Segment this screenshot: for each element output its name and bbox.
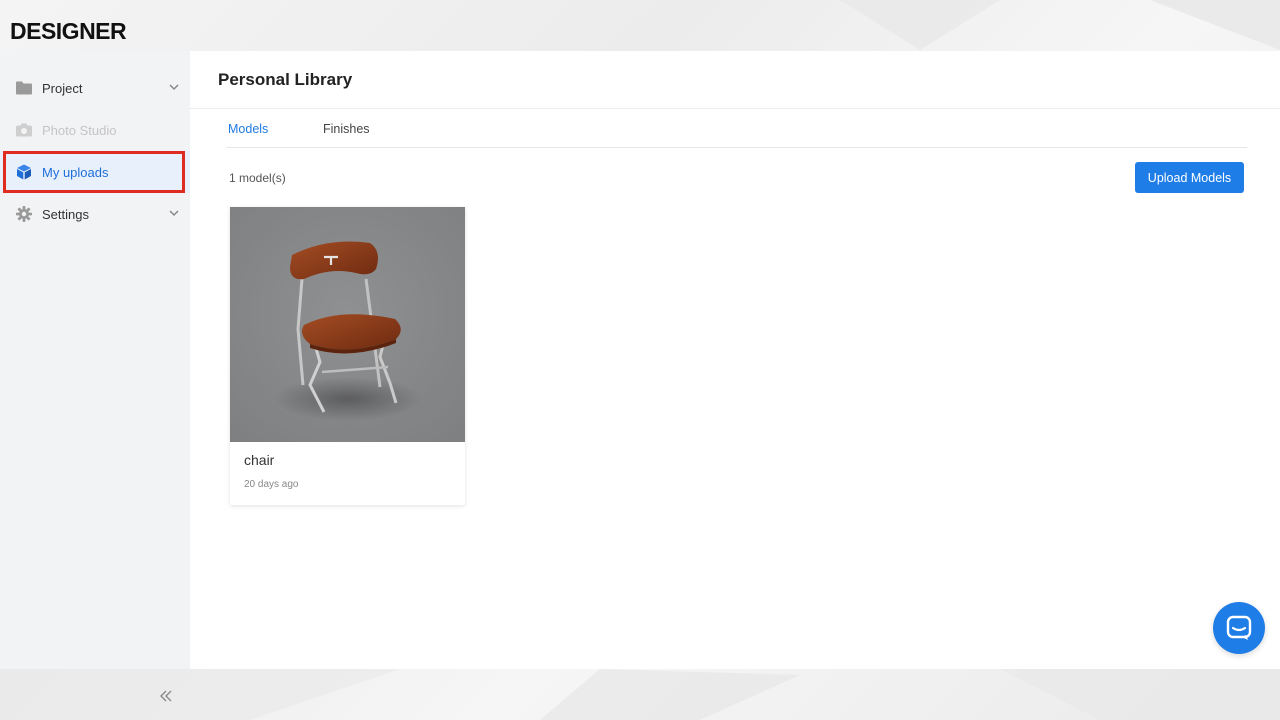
sidebar-item-my-uploads[interactable]: My uploads bbox=[0, 151, 190, 193]
collapse-sidebar-button[interactable] bbox=[158, 688, 174, 704]
chat-icon bbox=[1226, 615, 1252, 640]
sidebar-item-label: My uploads bbox=[42, 164, 109, 180]
main-panel: Personal Library Models Finishes 1 model… bbox=[190, 51, 1280, 669]
divider bbox=[226, 147, 1247, 148]
model-name: chair bbox=[244, 452, 275, 468]
sidebar-item-settings[interactable]: Settings bbox=[0, 193, 190, 235]
sidebar-item-photo-studio[interactable]: Photo Studio bbox=[0, 109, 190, 151]
model-card[interactable]: chair 20 days ago bbox=[230, 207, 465, 505]
app-logo: DESIGNER bbox=[10, 18, 127, 44]
page-title: Personal Library bbox=[218, 70, 353, 89]
tab-finishes[interactable]: Finishes bbox=[323, 122, 370, 136]
model-thumbnail bbox=[230, 207, 465, 442]
sidebar: Project Photo Studio My uploads Settings bbox=[0, 51, 190, 702]
model-date: 20 days ago bbox=[244, 479, 299, 490]
sidebar-item-label: Settings bbox=[42, 206, 89, 222]
gear-icon bbox=[15, 206, 32, 223]
chat-button[interactable] bbox=[1213, 602, 1265, 654]
sidebar-item-label: Project bbox=[42, 80, 83, 96]
double-chevron-left-icon bbox=[160, 690, 172, 702]
divider bbox=[190, 108, 1280, 109]
camera-icon bbox=[15, 122, 32, 139]
tab-models[interactable]: Models bbox=[228, 122, 268, 136]
model-count: 1 model(s) bbox=[229, 171, 286, 185]
chevron-down-icon bbox=[168, 207, 180, 219]
chevron-down-icon bbox=[168, 81, 180, 93]
sidebar-item-label: Photo Studio bbox=[42, 122, 117, 138]
cube-icon bbox=[15, 164, 32, 181]
upload-models-button[interactable]: Upload Models bbox=[1135, 162, 1244, 193]
folder-icon bbox=[15, 80, 32, 97]
sidebar-item-project[interactable]: Project bbox=[0, 67, 190, 109]
